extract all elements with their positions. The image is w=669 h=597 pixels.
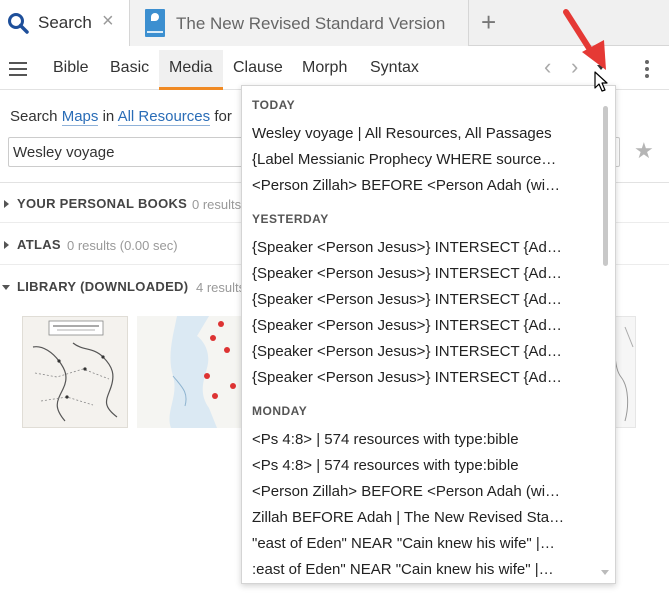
star-icon[interactable]: ★ <box>634 139 654 163</box>
history-item[interactable]: {Speaker <Person Jesus>} INTERSECT {Ad… <box>252 342 584 362</box>
section-title: LIBRARY (DOWNLOADED) <box>17 279 189 294</box>
collapse-arrow-icon[interactable] <box>2 285 10 290</box>
history-item[interactable]: <Person Zillah> BEFORE <Person Adah (wi… <box>252 482 584 502</box>
tab-nrsv-label: The New Revised Standard Version <box>176 14 446 33</box>
section-count: 4 results <box>196 280 246 295</box>
scroll-down-arrow-icon[interactable] <box>601 570 609 575</box>
history-item[interactable]: <Person Zillah> BEFORE <Person Adah (wi… <box>252 176 584 196</box>
history-item[interactable]: <Ps 4:8> | 574 resources with type:bible <box>252 456 584 476</box>
tab-nrsv[interactable]: The New Revised Standard Version <box>130 0 469 46</box>
history-item[interactable]: {Label Messianic Prophecy WHERE source… <box>252 150 584 170</box>
tab-morph[interactable]: Morph <box>302 59 347 77</box>
search-in-word: in <box>102 108 115 125</box>
tab-bible[interactable]: Bible <box>53 59 89 77</box>
expand-arrow-icon[interactable] <box>4 200 9 208</box>
mouse-cursor-icon <box>594 71 608 92</box>
map-image-icon <box>137 316 245 428</box>
tab-basic[interactable]: Basic <box>110 59 149 77</box>
map-thumbnail[interactable] <box>137 316 245 428</box>
history-item[interactable]: :east of Eden" NEAR "Cain knew his wife"… <box>252 560 584 580</box>
history-item[interactable]: {Speaker <Person Jesus>} INTERSECT {Ad… <box>252 238 584 258</box>
history-item[interactable]: Wesley voyage | All Resources, All Passa… <box>252 124 584 144</box>
search-for-word: for <box>214 108 232 125</box>
history-group-yesterday: YESTERDAY <box>252 212 329 226</box>
close-icon[interactable]: × <box>102 11 114 31</box>
search-history-dropdown: TODAY Wesley voyage | All Resources, All… <box>241 85 616 584</box>
map-image-icon <box>32 320 118 422</box>
tab-clause[interactable]: Clause <box>233 59 283 77</box>
map-thumbnail[interactable] <box>22 316 128 428</box>
tab-search-label: Search <box>38 13 92 32</box>
history-item[interactable]: {Speaker <Person Jesus>} INTERSECT {Ad… <box>252 368 584 388</box>
tab-syntax[interactable]: Syntax <box>370 59 419 77</box>
search-kind-link[interactable]: Maps <box>61 108 99 126</box>
more-options-icon[interactable] <box>645 60 649 78</box>
history-item[interactable]: Zillah BEFORE Adah | The New Revised Sta… <box>252 508 584 528</box>
history-item[interactable]: <Ps 4:8> | 574 resources with type:bible <box>252 430 584 450</box>
tab-media[interactable]: Media <box>159 50 223 90</box>
history-item[interactable]: {Speaker <Person Jesus>} INTERSECT {Ad… <box>252 316 584 336</box>
search-prefix: Search <box>10 108 58 125</box>
menu-icon[interactable] <box>9 62 27 76</box>
tab-search[interactable]: Search × <box>0 0 130 47</box>
section-title: YOUR PERSONAL BOOKS <box>17 196 188 211</box>
history-item[interactable]: {Speaker <Person Jesus>} INTERSECT {Ad… <box>252 264 584 284</box>
section-count: 0 results (0.00 sec) <box>67 238 178 253</box>
expand-arrow-icon[interactable] <box>4 241 9 249</box>
history-group-today: TODAY <box>252 98 296 112</box>
section-title: ATLAS <box>17 237 61 252</box>
history-item[interactable]: "east of Eden" NEAR "Cain knew his wife"… <box>252 534 584 554</box>
search-scope-link[interactable]: All Resources <box>117 108 211 126</box>
back-arrow-icon[interactable]: ‹ <box>544 56 551 78</box>
scrollbar-thumb[interactable] <box>603 106 608 266</box>
add-tab-button[interactable]: + <box>481 9 496 35</box>
search-icon <box>8 13 29 34</box>
history-item[interactable]: {Speaker <Person Jesus>} INTERSECT {Ad… <box>252 290 584 310</box>
bible-book-icon <box>145 9 165 37</box>
search-description: Search Maps in All Resources for <box>10 108 232 126</box>
scrollbar[interactable] <box>601 94 609 574</box>
history-group-monday: MONDAY <box>252 404 308 418</box>
annotation-arrow-icon <box>563 9 606 70</box>
section-count: 0 results <box>192 197 242 212</box>
